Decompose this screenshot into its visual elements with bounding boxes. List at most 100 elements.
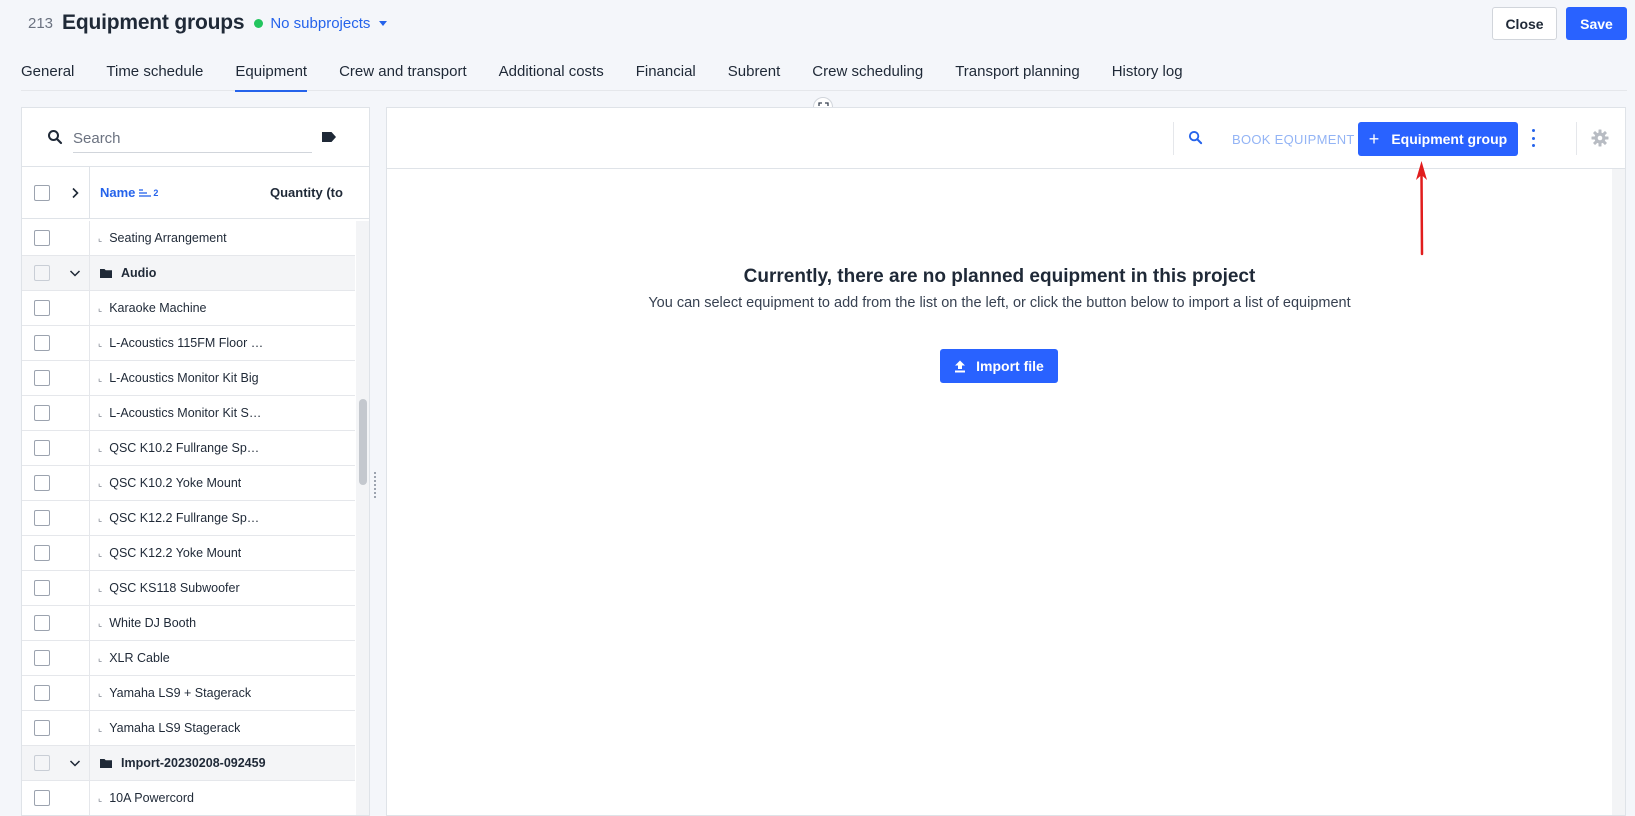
row-checkbox[interactable] bbox=[34, 370, 50, 386]
project-number: 213 bbox=[28, 14, 54, 32]
caret-down-icon bbox=[379, 20, 388, 26]
empty-state: Currently, there are no planned equipmen… bbox=[387, 169, 1625, 815]
status-dot-icon bbox=[254, 18, 264, 28]
row-check-cell bbox=[22, 290, 90, 326]
child-marker-icon: ⌞ bbox=[98, 547, 103, 558]
list-item[interactable]: ⌞ QSC K12.2 Yoke Mount bbox=[22, 535, 355, 571]
row-checkbox[interactable] bbox=[34, 720, 50, 736]
list-item[interactable]: ⌞ L-Acoustics 115FM Floor Monitor bbox=[22, 325, 355, 361]
tab-subrent[interactable]: Subrent bbox=[728, 52, 781, 91]
chevron-down-icon[interactable] bbox=[69, 268, 81, 278]
row-checkbox[interactable] bbox=[34, 755, 50, 771]
list-item-label: QSC KS118 Subwoofer bbox=[109, 581, 240, 595]
search-icon[interactable] bbox=[1188, 130, 1203, 145]
list-item-label: Seating Arrangement bbox=[109, 231, 227, 245]
name-column-header[interactable]: Name 2 bbox=[100, 185, 158, 200]
more-options-icon[interactable] bbox=[1532, 129, 1536, 147]
row-check-cell bbox=[22, 745, 90, 781]
book-equipment-button[interactable]: BOOK EQUIPMENT bbox=[1232, 124, 1355, 154]
tab-equipment[interactable]: Equipment bbox=[235, 52, 307, 92]
list-item-label: QSC K12.2 Fullrange Speaker bbox=[109, 511, 266, 525]
empty-state-subtitle: You can select equipment to add from the… bbox=[648, 295, 1351, 311]
row-checkbox[interactable] bbox=[34, 230, 50, 246]
row-check-cell bbox=[22, 395, 90, 431]
import-file-button[interactable]: Import file bbox=[940, 349, 1058, 383]
close-button[interactable]: Close bbox=[1492, 7, 1557, 40]
list-item-label: XLR Cable bbox=[109, 651, 170, 665]
scrollbar-thumb[interactable] bbox=[359, 399, 367, 485]
quantity-column-header[interactable]: Quantity (to bbox=[270, 185, 343, 200]
list-item-label: QSC K10.2 Yoke Mount bbox=[109, 476, 242, 490]
row-checkbox[interactable] bbox=[34, 790, 50, 806]
list-item[interactable]: ⌞ White DJ Booth bbox=[22, 605, 355, 641]
tab-general[interactable]: General bbox=[21, 52, 74, 91]
row-checkbox[interactable] bbox=[34, 300, 50, 316]
search-bar bbox=[22, 108, 369, 167]
folder-row[interactable]: Import-20230208-092459 bbox=[22, 745, 355, 781]
list-item[interactable]: ⌞ QSC K10.2 Yoke Mount bbox=[22, 465, 355, 501]
content-scrollbar[interactable] bbox=[1612, 169, 1625, 815]
folder-row[interactable]: Audio bbox=[22, 255, 355, 291]
chevron-right-icon[interactable] bbox=[70, 187, 80, 199]
child-marker-icon: ⌞ bbox=[98, 407, 103, 418]
row-check-cell bbox=[22, 605, 90, 641]
child-marker-icon: ⌞ bbox=[98, 722, 103, 733]
row-checkbox[interactable] bbox=[34, 580, 50, 596]
tab-history-log[interactable]: History log bbox=[1112, 52, 1183, 91]
list-item[interactable]: ⌞ L-Acoustics Monitor Kit Small bbox=[22, 395, 355, 431]
tab-crew-and-transport[interactable]: Crew and transport bbox=[339, 52, 467, 91]
list-item[interactable]: ⌞ L-Acoustics Monitor Kit Big bbox=[22, 360, 355, 396]
row-checkbox[interactable] bbox=[34, 475, 50, 491]
tab-time-schedule[interactable]: Time schedule bbox=[106, 52, 203, 91]
list-item[interactable]: ⌞ QSC KS118 Subwoofer bbox=[22, 570, 355, 606]
tab-transport-planning[interactable]: Transport planning bbox=[955, 52, 1080, 91]
gear-icon[interactable] bbox=[1591, 129, 1609, 147]
subproject-label: No subprojects bbox=[270, 14, 371, 32]
child-marker-icon: ⌞ bbox=[98, 232, 103, 243]
child-marker-icon: ⌞ bbox=[98, 477, 103, 488]
row-checkbox[interactable] bbox=[34, 685, 50, 701]
sort-index: 2 bbox=[153, 187, 159, 198]
panel-resize-handle[interactable] bbox=[374, 470, 381, 502]
list-item[interactable]: ⌞ Yamaha LS9 + Stagerack bbox=[22, 675, 355, 711]
row-check-cell bbox=[22, 710, 90, 746]
list-item-label: White DJ Booth bbox=[109, 616, 197, 630]
subproject-dropdown[interactable]: No subprojects bbox=[270, 14, 388, 32]
list-item[interactable]: ⌞ QSC K10.2 Fullrange Speaker bbox=[22, 430, 355, 466]
save-button[interactable]: Save bbox=[1566, 7, 1627, 40]
list-item[interactable]: ⌞ Seating Arrangement bbox=[22, 221, 355, 256]
row-checkbox[interactable] bbox=[34, 650, 50, 666]
list-item[interactable]: ⌞ QSC K12.2 Fullrange Speaker bbox=[22, 500, 355, 536]
child-marker-icon: ⌞ bbox=[98, 302, 103, 313]
annotation-arrow-icon bbox=[1416, 161, 1427, 256]
tab-crew-scheduling[interactable]: Crew scheduling bbox=[812, 52, 923, 91]
tab-bar: General Time schedule Equipment Crew and… bbox=[21, 52, 1627, 92]
select-all-checkbox[interactable] bbox=[34, 184, 50, 201]
list-scrollbar[interactable] bbox=[356, 221, 369, 815]
row-checkbox[interactable] bbox=[34, 510, 50, 526]
chevron-down-icon[interactable] bbox=[69, 758, 81, 768]
tag-icon[interactable] bbox=[321, 131, 337, 143]
list-item[interactable]: ⌞ Yamaha LS9 Stagerack bbox=[22, 710, 355, 746]
search-icon bbox=[48, 130, 63, 145]
tab-additional-costs[interactable]: Additional costs bbox=[499, 52, 604, 91]
list-item[interactable]: ⌞ XLR Cable bbox=[22, 640, 355, 676]
row-checkbox[interactable] bbox=[34, 405, 50, 421]
row-checkbox[interactable] bbox=[34, 335, 50, 351]
list-item-label: L-Acoustics 115FM Floor Monitor bbox=[109, 336, 265, 350]
row-check-cell bbox=[22, 675, 90, 711]
tab-financial[interactable]: Financial bbox=[636, 52, 696, 91]
add-equipment-group-button[interactable]: + Equipment group bbox=[1358, 122, 1518, 156]
row-checkbox[interactable] bbox=[34, 440, 50, 456]
list-item[interactable]: ⌞ 10A Powercord bbox=[22, 780, 355, 815]
row-checkbox[interactable] bbox=[34, 265, 50, 281]
row-check-cell bbox=[22, 535, 90, 571]
list-item-label: Yamaha LS9 + Stagerack bbox=[109, 686, 252, 700]
row-checkbox[interactable] bbox=[34, 545, 50, 561]
search-input[interactable] bbox=[73, 124, 312, 153]
child-marker-icon: ⌞ bbox=[98, 792, 103, 803]
list-item[interactable]: ⌞ Karaoke Machine bbox=[22, 290, 355, 326]
row-check-cell bbox=[22, 325, 90, 361]
list-item-label: Yamaha LS9 Stagerack bbox=[109, 721, 241, 735]
row-checkbox[interactable] bbox=[34, 615, 50, 631]
